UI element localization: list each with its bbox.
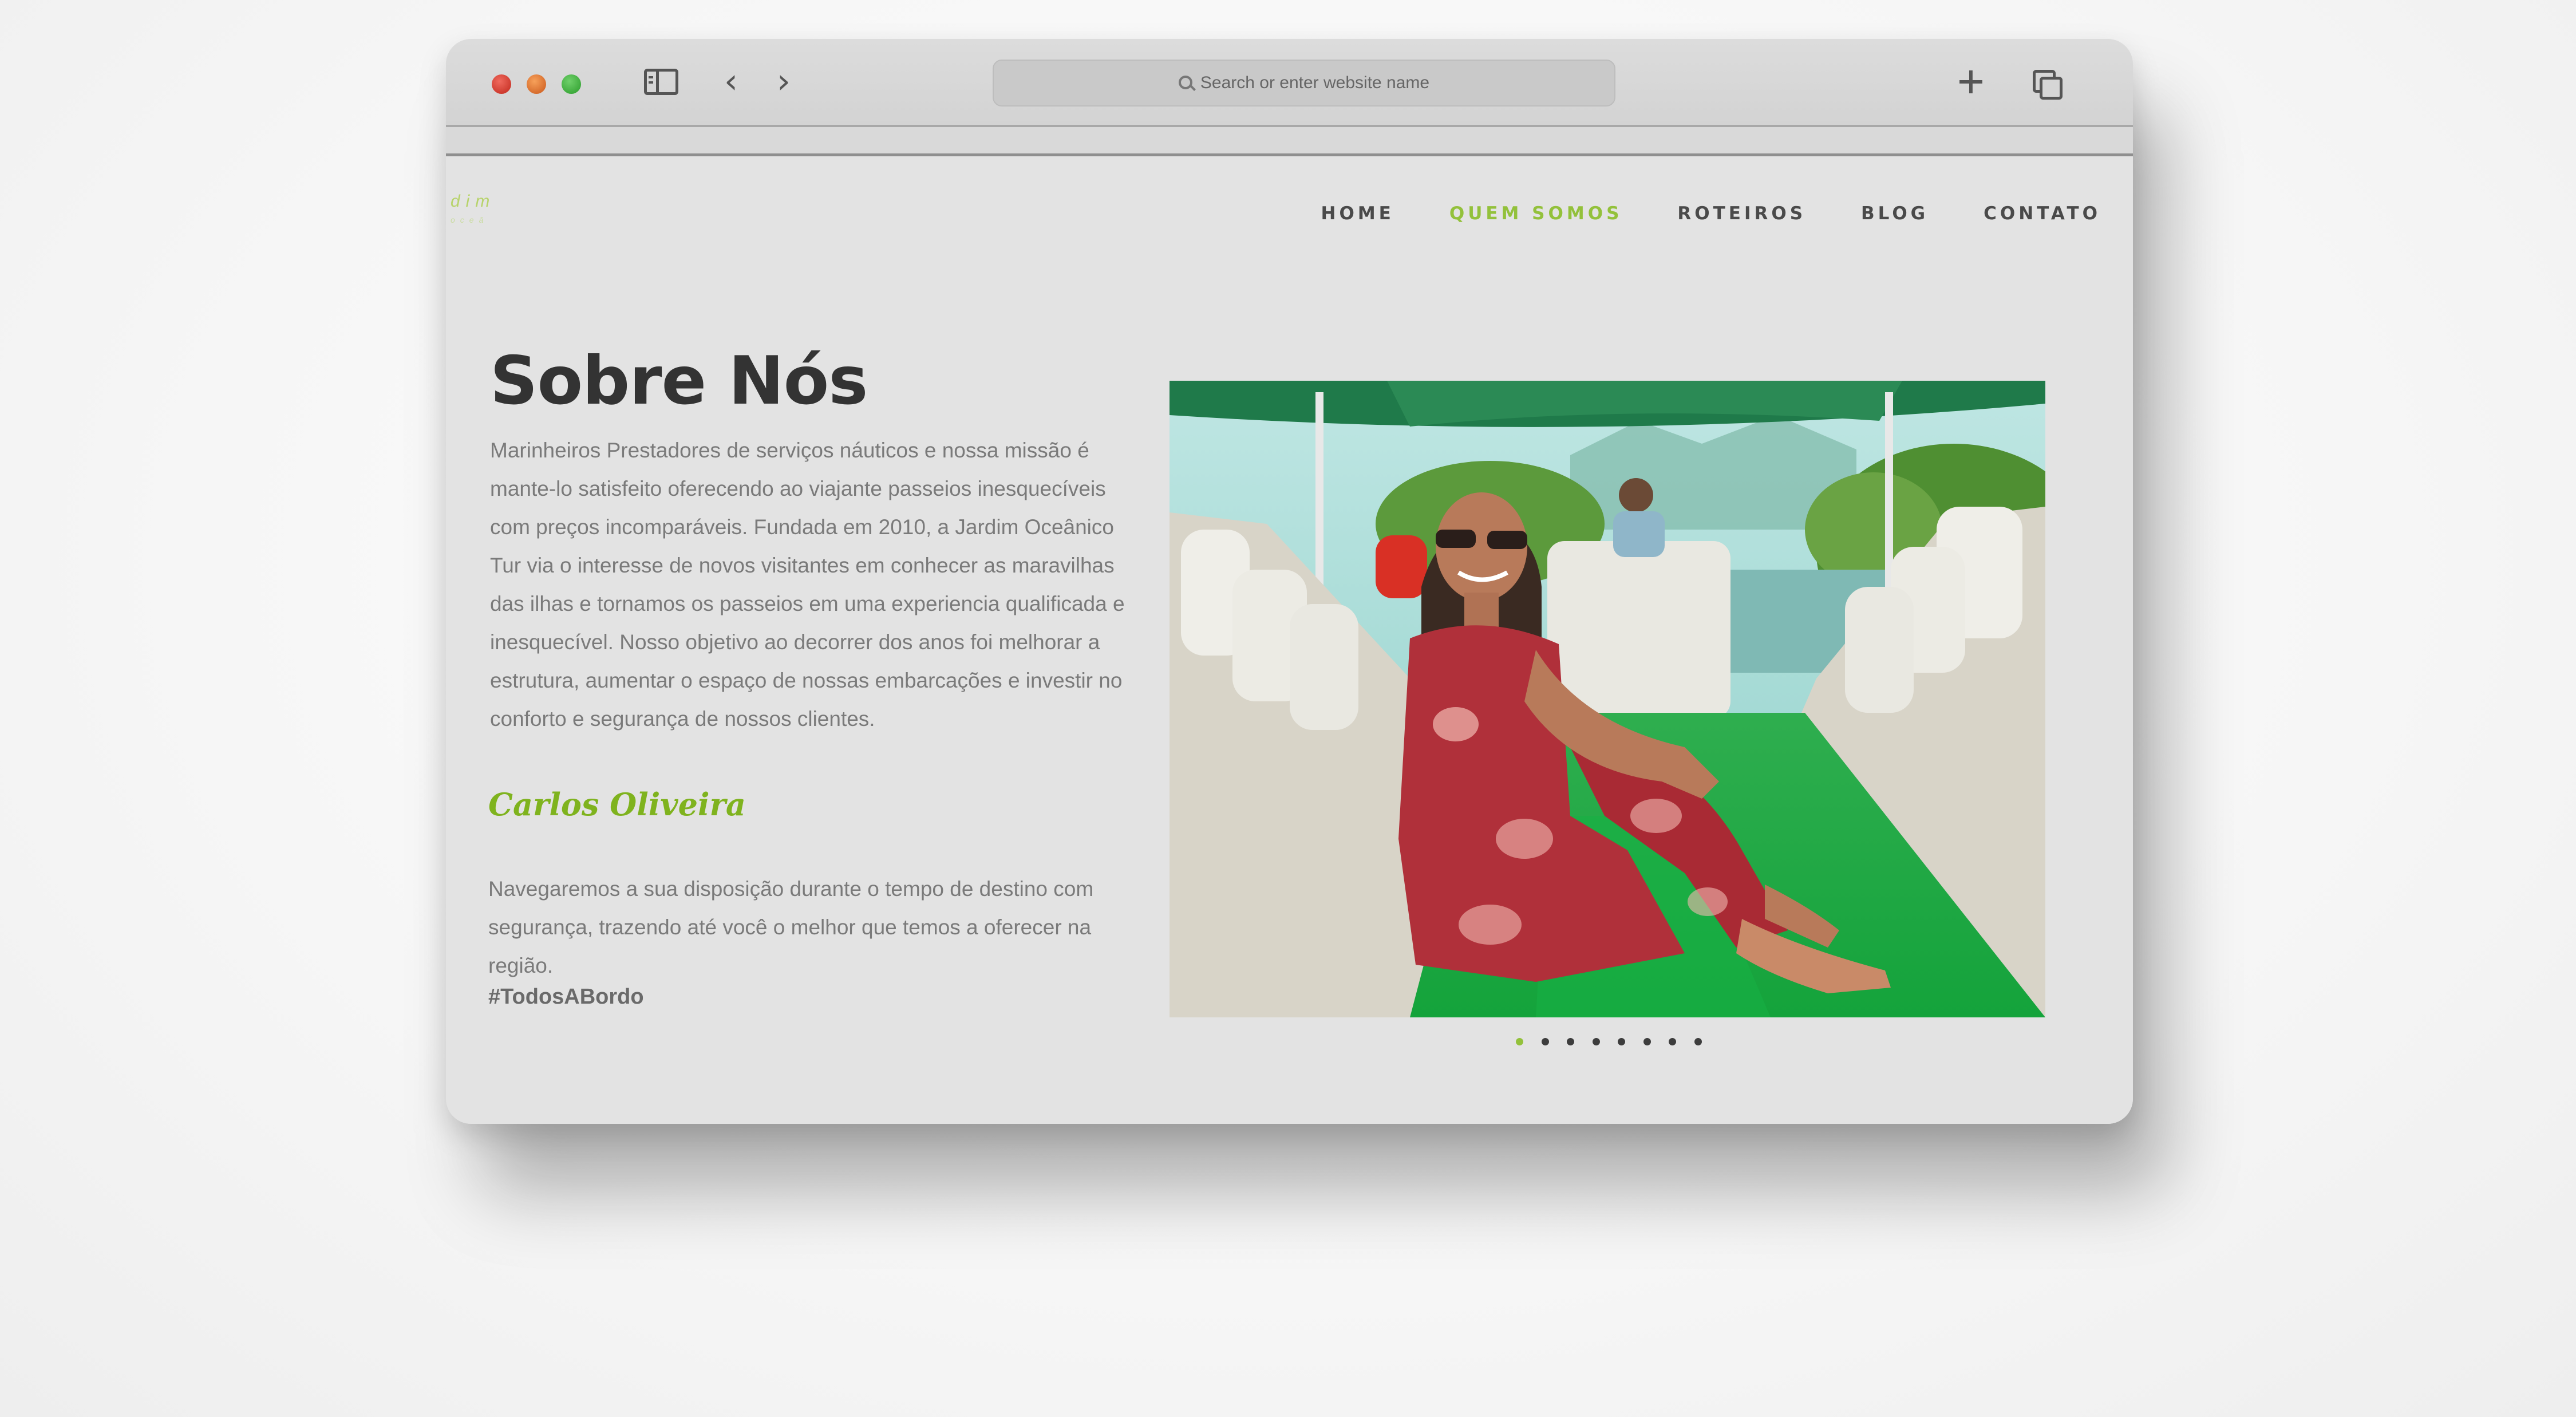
carousel-dot[interactable] [1567, 1038, 1574, 1045]
new-tab-icon[interactable]: + [1957, 58, 1985, 105]
nav-quem-somos[interactable]: QUEM SOMOS [1449, 185, 1623, 242]
carousel-dot[interactable] [1694, 1038, 1702, 1045]
boat-photo-illustration [1170, 381, 2045, 1017]
forward-arrow-icon[interactable]: › [777, 64, 791, 98]
site-logo[interactable]: dim oceâ [451, 193, 495, 228]
address-bar-placeholder: Search or enter website name [1200, 73, 1430, 92]
nav-contato[interactable]: CONTATO [1984, 185, 2101, 242]
address-bar[interactable]: Search or enter website name [993, 60, 1615, 106]
carousel-dots [1516, 1038, 1720, 1045]
logo-text: dim [451, 192, 496, 211]
about-paragraph: Marinheiros Prestadores de serviços náut… [490, 439, 1125, 731]
maximize-window-button[interactable] [562, 74, 581, 94]
carousel-photo[interactable] [1170, 381, 2045, 1017]
nav-roteiros[interactable]: ROTEIROS [1677, 185, 1806, 242]
main-nav: HOME QUEM SOMOS ROTEIROS BLOG CONTATO [1266, 185, 2101, 242]
carousel-dot[interactable] [1643, 1038, 1651, 1045]
browser-toolbar: ‹ › Search or enter website name + [446, 39, 2133, 127]
nav-blog[interactable]: BLOG [1861, 185, 1929, 242]
browser-window: ‹ › Search or enter website name + dim o… [446, 39, 2133, 1124]
minimize-window-button[interactable] [527, 74, 546, 94]
founder-signature: Carlos Oliveira [488, 786, 746, 823]
nav-home[interactable]: HOME [1321, 185, 1394, 242]
search-icon [1178, 76, 1192, 89]
hashtag: #TodosABordo [488, 985, 644, 1009]
tab-strip [446, 127, 2133, 156]
web-page: dim oceâ HOME QUEM SOMOS ROTEIROS BLOG C… [446, 156, 2133, 1124]
back-arrow-icon[interactable]: ‹ [724, 64, 738, 98]
carousel-dot[interactable] [1592, 1038, 1600, 1045]
carousel-dot[interactable] [1669, 1038, 1676, 1045]
logo-subtext: oceâ [451, 215, 489, 224]
page-title: Sobre Nós [490, 342, 868, 420]
closing-paragraph: Navegaremos a sua disposição durante o t… [488, 877, 1094, 977]
sidebar-toggle-icon[interactable] [644, 69, 678, 95]
carousel-dot[interactable] [1618, 1038, 1625, 1045]
close-window-button[interactable] [492, 74, 511, 94]
carousel-dot[interactable] [1541, 1038, 1549, 1045]
tab-overview-icon[interactable] [2033, 70, 2063, 100]
carousel-dot[interactable] [1516, 1038, 1523, 1045]
